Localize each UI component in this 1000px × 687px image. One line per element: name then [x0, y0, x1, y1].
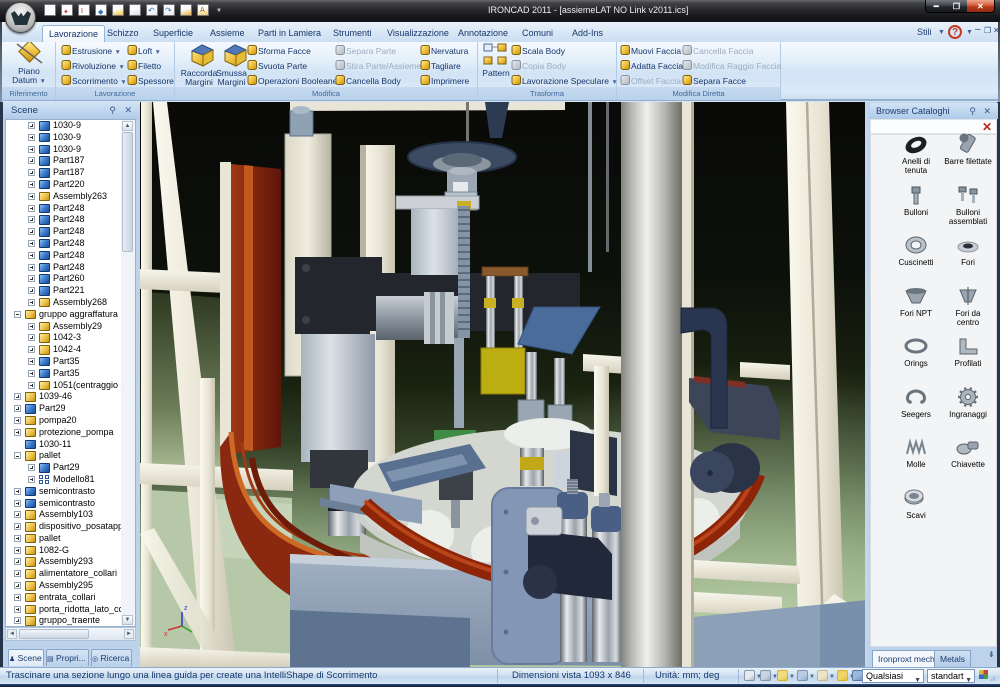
- svg-text:x: x: [164, 631, 168, 638]
- svg-text:z: z: [184, 605, 188, 612]
